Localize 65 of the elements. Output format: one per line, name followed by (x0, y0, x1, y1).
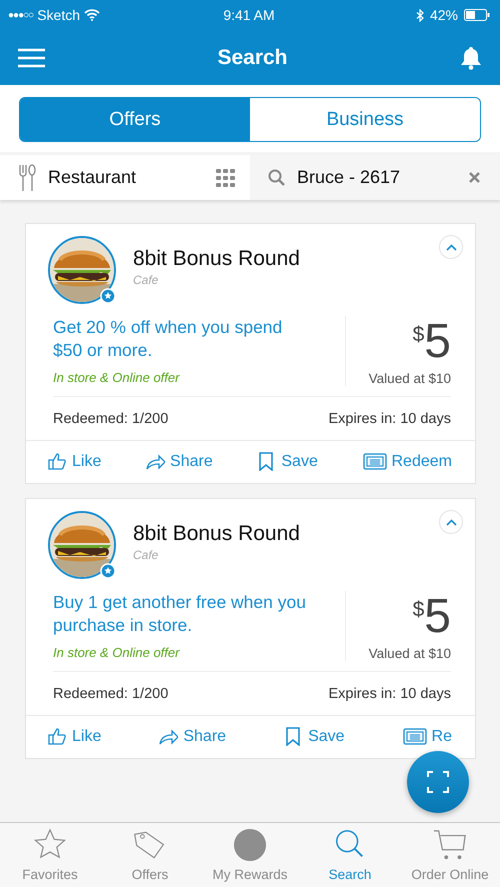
chevron-up-icon (446, 518, 456, 526)
wifi-icon (84, 9, 100, 21)
currency-symbol: $ (412, 323, 424, 347)
share-button[interactable]: Share (159, 727, 226, 746)
redeemed-count: Redeemed: 1/200 (53, 411, 168, 427)
clear-button[interactable] (469, 172, 480, 183)
battery-percent: 42% (430, 7, 458, 23)
offer-channel: In store & Online offer (53, 645, 181, 660)
bell-icon (460, 46, 482, 70)
like-button[interactable]: Like (48, 452, 102, 471)
offer-channel: In store & Online offer (53, 370, 181, 385)
share-button[interactable]: Share (146, 452, 213, 471)
cart-icon (433, 828, 467, 862)
chevron-up-icon (446, 244, 456, 250)
business-type: Cafe (133, 273, 160, 287)
save-button[interactable]: Save (257, 452, 318, 471)
fork-icon (18, 164, 36, 192)
scan-button[interactable] (407, 751, 469, 813)
expiry-text: Expires in: 10 days (328, 686, 451, 702)
tab-bar-item[interactable]: Favorites (0, 823, 100, 887)
thumbs-up-icon (48, 452, 67, 471)
redeem-button[interactable]: Re (402, 727, 452, 746)
segment-tab[interactable]: Offers (20, 98, 250, 141)
currency-symbol: $ (412, 598, 424, 622)
ticket-icon (362, 452, 386, 471)
grid-icon (216, 168, 236, 186)
menu-button[interactable] (18, 48, 45, 68)
valued-at: Valued at $10 (368, 646, 451, 661)
carrier-name: Sketch (37, 7, 80, 23)
page-title: Search (217, 46, 288, 70)
redeemed-count: Redeemed: 1/200 (53, 686, 168, 702)
tab-bar-item[interactable]: My Rewards (200, 823, 300, 887)
business-name: 8bit Bonus Round (133, 247, 300, 271)
tab-bar-item[interactable]: Search (300, 823, 400, 887)
business-type: Cafe (133, 548, 160, 562)
battery-icon (464, 9, 490, 21)
ticket-icon (402, 727, 427, 746)
offer-description: Get 20 % off when you spend $50 or more. (53, 316, 284, 362)
collapse-button[interactable] (439, 510, 463, 534)
share-arrow-icon (159, 727, 178, 746)
close-icon (469, 172, 480, 183)
category-dropdown[interactable]: Restaurant (0, 155, 250, 200)
offer-value: 5 (424, 318, 451, 366)
tab-bar-item[interactable]: Order Online (400, 823, 500, 887)
clock-time: 9:41 AM (223, 7, 275, 23)
valued-at: Valued at $10 (368, 371, 451, 386)
collapse-button[interactable] (439, 235, 463, 259)
bluetooth-icon (416, 8, 424, 22)
avatar-icon (233, 828, 267, 862)
scan-icon (427, 771, 449, 793)
thumbs-up-icon (48, 727, 67, 746)
business-name: 8bit Bonus Round (133, 522, 300, 546)
search-field[interactable]: Bruce - 2617 (297, 167, 457, 188)
share-arrow-icon (146, 452, 166, 471)
save-button[interactable]: Save (284, 727, 345, 746)
tab-bar-item[interactable]: Offers (100, 823, 200, 887)
expiry-text: Expires in: 10 days (328, 411, 451, 427)
signal-strength: ●●●○○ (8, 10, 34, 20)
redeem-button[interactable]: Redeem (362, 452, 452, 471)
search-icon (268, 169, 285, 186)
like-button[interactable]: Like (48, 727, 102, 746)
notifications-button[interactable] (460, 46, 482, 70)
offer-value: 5 (424, 593, 451, 641)
menu-icon (18, 48, 45, 68)
offer-description: Buy 1 get another free when you purchase in store. (53, 591, 307, 637)
